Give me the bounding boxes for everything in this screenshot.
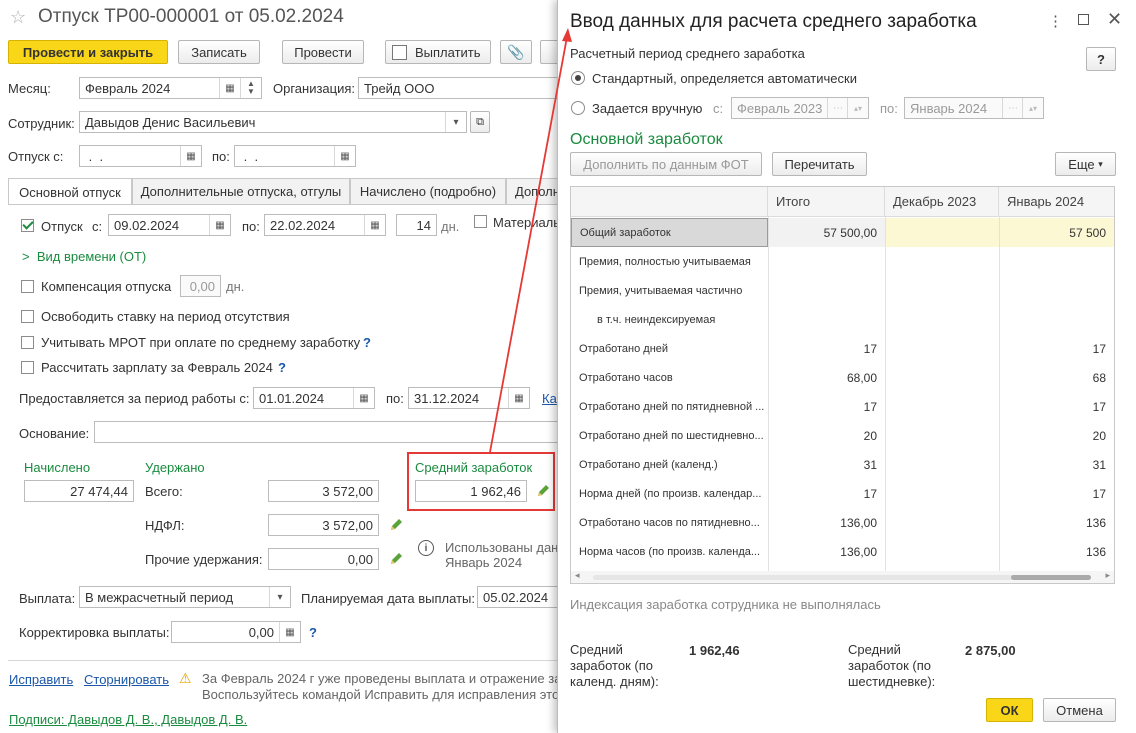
annotation-arrow (489, 28, 572, 453)
